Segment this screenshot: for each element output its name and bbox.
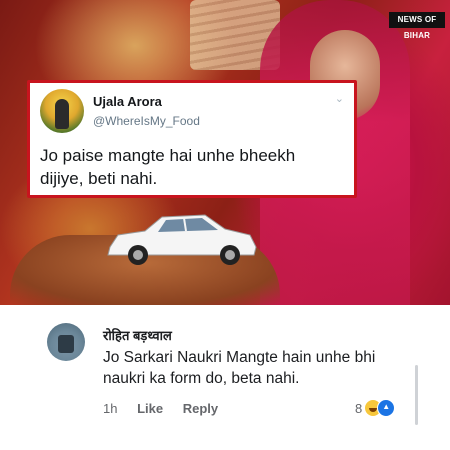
- tweet-author-handle[interactable]: @WhereIsMy_Food: [93, 114, 200, 128]
- comment-text: Jo Sarkari Naukri Mangte hain unhe bhi n…: [103, 349, 376, 387]
- scrollbar[interactable]: [415, 365, 418, 425]
- tweet-text: Jo paise mangte hai unhe bheekh dijiye, …: [40, 146, 296, 188]
- news-watermark: NEWS OF BIHAR: [389, 12, 445, 40]
- comment-timestamp[interactable]: 1h: [103, 401, 117, 416]
- avatar-rider-icon: [58, 335, 74, 353]
- car-illustration: [107, 214, 257, 265]
- avatar-person-icon: [55, 99, 69, 129]
- reaction-summary[interactable]: 8: [355, 399, 396, 417]
- tweet-card: Ujala Arora @WhereIsMy_Food ⌄ Jo paise m…: [27, 80, 357, 198]
- comment-avatar[interactable]: [47, 323, 85, 361]
- tweet-avatar[interactable]: [40, 89, 84, 133]
- tweet-author-name[interactable]: Ujala Arora: [93, 94, 162, 109]
- chevron-down-icon[interactable]: ⌄: [335, 92, 344, 105]
- reaction-count: 8: [355, 400, 363, 416]
- comment-author-name[interactable]: रोहित बड़थ्वाल: [103, 326, 172, 344]
- comment-actions: 1h Like Reply: [103, 401, 234, 416]
- wedding-photo: NEWS OF BIHAR Ujala Arora @WhereIsMy_Foo…: [0, 0, 450, 305]
- like-button[interactable]: Like: [137, 401, 163, 416]
- reply-button[interactable]: Reply: [183, 401, 218, 416]
- like-icon: [377, 399, 396, 417]
